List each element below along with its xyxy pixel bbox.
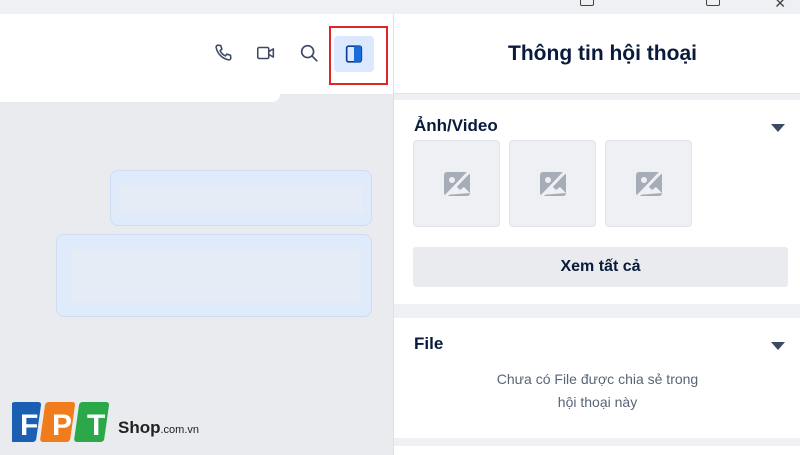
message-bubble bbox=[56, 234, 372, 317]
blurred-message-text bbox=[71, 249, 361, 303]
phone-icon bbox=[215, 44, 232, 61]
blurred-message-text bbox=[119, 185, 363, 213]
media-thumbnail[interactable] bbox=[413, 140, 500, 227]
window-chrome: ✕ bbox=[0, 0, 800, 14]
window-button-icon[interactable] bbox=[580, 0, 594, 6]
svg-text:T: T bbox=[87, 409, 105, 442]
chat-area bbox=[0, 14, 393, 455]
fpt-logo-icon: F P T bbox=[12, 402, 110, 442]
video-call-button[interactable] bbox=[251, 38, 281, 68]
panel-header: Thông tin hội thoại bbox=[394, 14, 800, 94]
next-section-edge bbox=[394, 446, 800, 455]
file-empty-line: hội thoại này bbox=[557, 394, 638, 410]
chat-header bbox=[0, 14, 393, 94]
svg-text:F: F bbox=[20, 409, 38, 442]
window-restore-icon[interactable] bbox=[706, 0, 720, 6]
highlight-annotation bbox=[329, 26, 388, 85]
file-section: File Chưa có File được chia sẻ trong hội… bbox=[394, 318, 800, 438]
file-section-title: File bbox=[414, 334, 444, 353]
fpt-shop-logo: F P T Shop.com.vn bbox=[12, 398, 227, 450]
phone-call-button[interactable] bbox=[208, 38, 238, 68]
logo-shop-text: Shop.com.vn bbox=[118, 418, 200, 437]
chevron-down-icon[interactable] bbox=[771, 342, 785, 350]
search-button[interactable] bbox=[294, 38, 324, 68]
svg-text:P: P bbox=[52, 409, 72, 442]
media-section: Ảnh/Video Xem tất cả bbox=[394, 100, 800, 304]
see-all-button[interactable]: Xem tất cả bbox=[413, 247, 788, 287]
video-call-icon bbox=[256, 46, 275, 60]
media-thumbnail[interactable] bbox=[605, 140, 692, 227]
conversation-info-panel: Thông tin hội thoại Ảnh/Video Xem tất cả… bbox=[393, 14, 800, 455]
file-empty-message: Chưa có File được chia sẻ trong hội thoạ… bbox=[394, 368, 800, 414]
panel-title: Thông tin hội thoại bbox=[508, 41, 697, 65]
window-close-icon[interactable]: ✕ bbox=[774, 0, 786, 10]
search-icon bbox=[300, 44, 318, 62]
image-placeholder-icon bbox=[635, 170, 662, 197]
media-thumbnails bbox=[413, 140, 692, 227]
chat-header-edge bbox=[0, 94, 280, 102]
image-placeholder-icon bbox=[539, 170, 566, 197]
media-thumbnail[interactable] bbox=[509, 140, 596, 227]
message-bubble bbox=[110, 170, 372, 226]
chevron-down-icon[interactable] bbox=[771, 124, 785, 132]
file-empty-line: Chưa có File được chia sẻ trong bbox=[496, 371, 699, 387]
media-section-title: Ảnh/Video bbox=[414, 116, 498, 135]
image-placeholder-icon bbox=[443, 170, 470, 197]
